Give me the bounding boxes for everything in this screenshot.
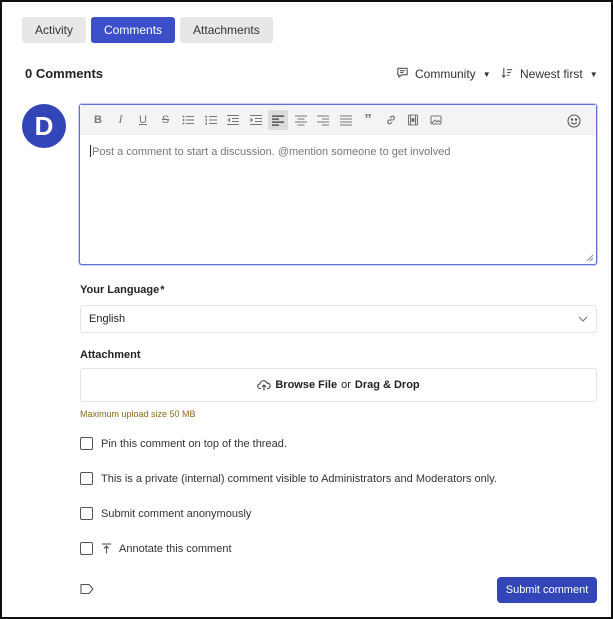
private-comment-checkbox[interactable] bbox=[80, 472, 93, 485]
anonymous-comment-checkbox[interactable] bbox=[80, 507, 93, 520]
anonymous-comment-label: Submit comment anonymously bbox=[101, 507, 252, 520]
caret-down-icon: ▼ bbox=[482, 69, 491, 79]
outdent-icon[interactable] bbox=[223, 110, 243, 130]
language-select[interactable]: English bbox=[80, 305, 597, 333]
pin-comment-checkbox[interactable] bbox=[80, 437, 93, 450]
emoji-icon[interactable] bbox=[564, 111, 584, 131]
upload-size-hint: Maximum upload size 50 MB bbox=[80, 409, 196, 419]
sort-dropdown[interactable]: Newest first ▼ bbox=[501, 66, 598, 82]
tag-icon[interactable] bbox=[80, 583, 94, 595]
annotate-comment-option[interactable]: Annotate this comment bbox=[80, 542, 232, 555]
language-label-text: Your Language bbox=[80, 284, 160, 296]
italic-icon[interactable]: I bbox=[111, 110, 131, 130]
attachment-dropzone[interactable]: Browse File or Drag & Drop bbox=[80, 368, 597, 402]
annotate-icon bbox=[102, 543, 111, 554]
chevron-down-icon bbox=[578, 316, 588, 322]
text-cursor bbox=[90, 145, 91, 157]
or-text: or bbox=[341, 379, 351, 391]
tab-activity[interactable]: Activity bbox=[22, 17, 87, 43]
resize-handle-icon[interactable] bbox=[586, 254, 594, 262]
comments-panel: Activity Comments Attachments 0 Comments… bbox=[0, 0, 613, 619]
editor-toolbar: B I U S ” bbox=[80, 105, 596, 135]
pin-comment-label: Pin this comment on top of the thread. bbox=[101, 437, 287, 450]
required-marker: * bbox=[160, 284, 165, 296]
avatar: D bbox=[22, 104, 66, 148]
indent-icon[interactable] bbox=[246, 110, 266, 130]
editor-placeholder[interactable]: Post a comment to start a discussion. @m… bbox=[90, 145, 450, 158]
private-comment-label: This is a private (internal) comment vis… bbox=[101, 472, 497, 485]
underline-icon[interactable]: U bbox=[133, 110, 153, 130]
bold-icon[interactable]: B bbox=[88, 110, 108, 130]
align-left-icon[interactable] bbox=[268, 109, 288, 130]
comment-count: 0 Comments bbox=[25, 66, 104, 81]
pin-comment-option[interactable]: Pin this comment on top of the thread. bbox=[80, 437, 287, 450]
browse-file-link[interactable]: Browse File bbox=[275, 379, 337, 391]
attachment-label: Attachment bbox=[80, 349, 141, 361]
submit-comment-button[interactable]: Submit comment bbox=[497, 577, 597, 603]
align-right-icon[interactable] bbox=[313, 110, 333, 130]
comment-bubble-icon bbox=[396, 66, 409, 82]
numbered-list-icon[interactable] bbox=[201, 110, 221, 130]
private-comment-option[interactable]: This is a private (internal) comment vis… bbox=[80, 472, 497, 485]
image-icon[interactable] bbox=[426, 110, 446, 130]
annotate-comment-checkbox[interactable] bbox=[80, 542, 93, 555]
language-label: Your Language* bbox=[80, 284, 165, 296]
drag-drop-text: Drag & Drop bbox=[354, 379, 420, 391]
sort-label: Newest first bbox=[520, 67, 583, 81]
align-center-icon[interactable] bbox=[291, 110, 311, 130]
tab-comments[interactable]: Comments bbox=[91, 17, 176, 43]
editor-placeholder-text: Post a comment to start a discussion. @m… bbox=[92, 146, 451, 158]
quote-icon[interactable]: ” bbox=[358, 110, 378, 130]
sort-icon bbox=[501, 66, 514, 82]
community-filter-label: Community bbox=[415, 67, 476, 81]
annotate-comment-label: Annotate this comment bbox=[119, 542, 232, 555]
community-filter-dropdown[interactable]: Community ▼ bbox=[396, 66, 491, 82]
video-icon[interactable] bbox=[403, 110, 423, 130]
link-icon[interactable] bbox=[381, 110, 401, 130]
anonymous-comment-option[interactable]: Submit comment anonymously bbox=[80, 507, 251, 520]
caret-down-icon: ▼ bbox=[589, 69, 598, 79]
language-value: English bbox=[89, 313, 126, 325]
strikethrough-icon[interactable]: S bbox=[156, 110, 176, 130]
bullet-list-icon[interactable] bbox=[178, 110, 198, 130]
tab-attachments[interactable]: Attachments bbox=[180, 17, 273, 43]
cloud-upload-icon bbox=[257, 380, 272, 391]
justify-icon[interactable] bbox=[336, 110, 356, 130]
comment-editor[interactable]: B I U S ” Post a comment to start a disc… bbox=[79, 104, 597, 265]
tab-bar: Activity Comments Attachments bbox=[22, 17, 273, 43]
